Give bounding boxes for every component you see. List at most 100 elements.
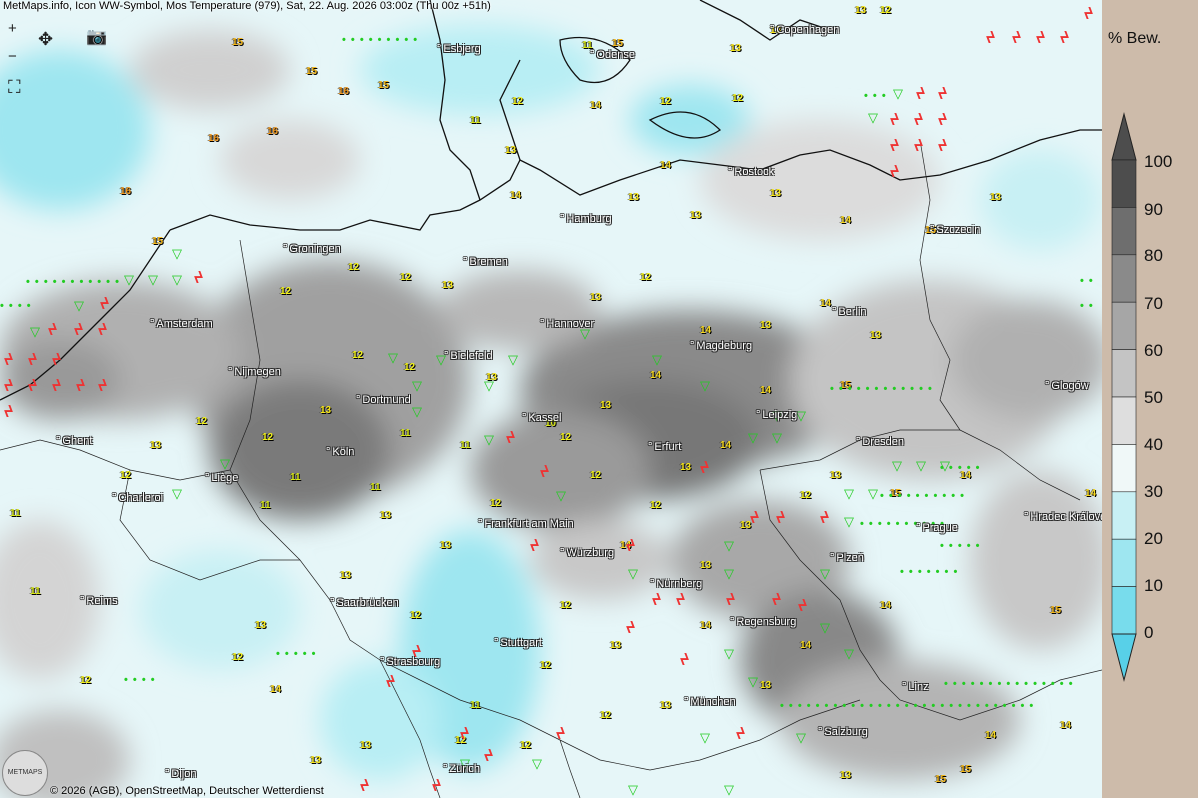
city-label: Berlin xyxy=(832,306,866,318)
thunderstorm-symbol: ϟ xyxy=(772,590,781,609)
temp-value: 12 xyxy=(880,5,892,16)
temp-value: 13 xyxy=(150,440,162,451)
temp-value: 16 xyxy=(208,133,220,144)
shower-symbol: ▽ xyxy=(893,86,903,101)
shower-symbol: ▽ xyxy=(820,566,830,581)
thunderstorm-symbol: ϟ xyxy=(1036,28,1045,47)
temp-value: 12 xyxy=(410,610,422,621)
temp-value: 13 xyxy=(730,43,742,54)
temp-value: 12 xyxy=(732,93,744,104)
thunderstorm-symbol: ϟ xyxy=(48,320,57,339)
drizzle-symbol: • • • xyxy=(864,90,887,102)
drizzle-symbol: • • • • • • • • • • • • xyxy=(830,383,933,395)
shower-symbol: ▽ xyxy=(172,272,182,287)
shower-symbol: ▽ xyxy=(796,730,806,745)
shower-symbol: ▽ xyxy=(172,246,182,261)
thunderstorm-symbol: ϟ xyxy=(890,136,899,155)
temp-value: 15 xyxy=(306,66,318,77)
city-label: Bremen xyxy=(463,256,508,268)
temp-value: 11 xyxy=(470,115,481,126)
city-label: Linz xyxy=(902,681,928,693)
temp-value: 15 xyxy=(152,236,164,247)
city-label: Saarbrücken xyxy=(330,597,398,609)
shower-symbol: ▽ xyxy=(916,458,926,473)
city-label: Plzeň xyxy=(830,552,864,564)
city-label: Erfurt xyxy=(648,441,681,453)
temp-value: 13 xyxy=(310,755,322,766)
temp-value: 11 xyxy=(370,482,381,493)
thunderstorm-symbol: ϟ xyxy=(700,458,709,477)
temp-value: 13 xyxy=(840,770,852,781)
legend-band xyxy=(1111,254,1137,303)
zoom-out-icon[interactable]: − xyxy=(8,48,17,66)
temp-value: 12 xyxy=(404,362,416,373)
shower-symbol: ▽ xyxy=(30,324,40,339)
temp-value: 13 xyxy=(380,510,392,521)
temp-value: 12 xyxy=(400,272,412,283)
temp-value: 13 xyxy=(360,740,372,751)
legend-label: 10 xyxy=(1144,576,1163,595)
temp-value: 12 xyxy=(650,500,662,511)
drizzle-symbol: • • • • • • • • • xyxy=(342,34,419,46)
temp-value: 11 xyxy=(400,428,411,439)
city-label: Magdeburg xyxy=(690,340,752,352)
shower-symbol: ▽ xyxy=(940,458,950,473)
weather-map[interactable]: MetMaps.info, Icon WW-Symbol, Mos Temper… xyxy=(0,0,1102,798)
temp-value: 14 xyxy=(1060,720,1072,731)
shower-symbol: ▽ xyxy=(820,620,830,635)
thunderstorm-symbol: ϟ xyxy=(194,268,203,287)
legend-label: 60 xyxy=(1144,341,1163,360)
temp-value: 13 xyxy=(990,192,1002,203)
city-label: Charleroi xyxy=(112,492,163,504)
thunderstorm-symbol: ϟ xyxy=(76,376,85,395)
legend-label: 20 xyxy=(1144,529,1163,548)
city-label: Bielefeld xyxy=(444,350,492,362)
city-label: Hannover xyxy=(540,318,594,330)
city-label: Hradec Králové xyxy=(1024,511,1102,523)
temp-value: 11 xyxy=(460,440,471,451)
thunderstorm-symbol: ϟ xyxy=(626,618,635,637)
thunderstorm-symbol: ϟ xyxy=(1012,28,1021,47)
shower-symbol: ▽ xyxy=(700,730,710,745)
city-label: Hamburg xyxy=(560,213,611,225)
thunderstorm-symbol: ϟ xyxy=(736,724,745,743)
zoom-in-icon[interactable]: + xyxy=(8,20,17,38)
shower-symbol: ▽ xyxy=(388,350,398,365)
city-label: Dortmund xyxy=(356,394,410,406)
legend-label: 100 xyxy=(1144,152,1173,171)
city-label: Copenhagen xyxy=(770,24,839,36)
shower-symbol: ▽ xyxy=(74,298,84,313)
temp-value: 12 xyxy=(560,600,572,611)
city-label: Regensburg xyxy=(730,616,796,628)
shower-symbol: ▽ xyxy=(508,352,518,367)
temp-value: 12 xyxy=(120,470,132,481)
pan-icon[interactable]: ✥ xyxy=(38,30,53,48)
drizzle-symbol: • • • • xyxy=(0,300,32,312)
city-label: Strasbourg xyxy=(380,656,440,668)
temp-value: 12 xyxy=(600,710,612,721)
temp-value: 15 xyxy=(1050,605,1062,616)
thunderstorm-symbol: ϟ xyxy=(914,136,923,155)
thunderstorm-symbol: ϟ xyxy=(506,428,515,447)
thunderstorm-symbol: ϟ xyxy=(776,508,785,527)
temp-value: 15 xyxy=(612,38,624,49)
fullscreen-icon[interactable]: ⛶ xyxy=(8,78,21,96)
camera-icon[interactable]: 📷 xyxy=(86,28,107,46)
city-label: Amsterdam xyxy=(150,318,212,330)
legend-label: 80 xyxy=(1144,246,1163,265)
shower-symbol: ▽ xyxy=(412,404,422,419)
city-label: Salzburg xyxy=(818,726,867,738)
shower-symbol: ▽ xyxy=(172,486,182,501)
temp-value: 16 xyxy=(338,86,350,97)
temp-value: 15 xyxy=(960,764,972,775)
temp-value: 12 xyxy=(520,740,532,751)
legend-band xyxy=(1111,538,1137,587)
temp-value: 14 xyxy=(820,298,832,309)
shower-symbol: ▽ xyxy=(748,674,758,689)
temp-value: 12 xyxy=(512,96,524,107)
shower-symbol: ▽ xyxy=(844,514,854,529)
legend-label: 40 xyxy=(1144,435,1163,454)
drizzle-symbol: • • • • • xyxy=(940,540,981,552)
shower-symbol: ▽ xyxy=(220,456,230,471)
temp-value: 13 xyxy=(700,560,712,571)
